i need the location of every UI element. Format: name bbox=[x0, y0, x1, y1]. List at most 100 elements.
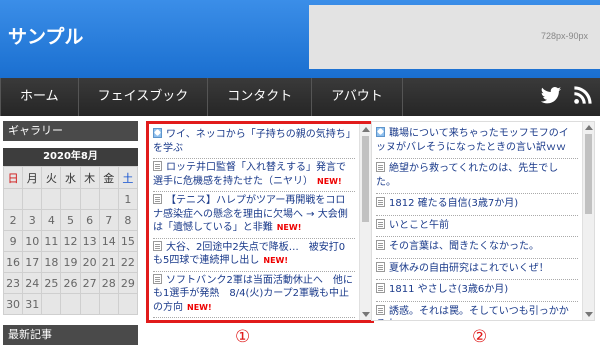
nav-item-about[interactable]: アバウト bbox=[312, 78, 403, 116]
calendar-day bbox=[60, 293, 81, 315]
calendar-day: 1 bbox=[117, 188, 139, 210]
scroll-up-arrow-icon[interactable] bbox=[362, 127, 370, 132]
calendar-day: 29 bbox=[117, 272, 139, 294]
weekday-tue: 火 bbox=[41, 166, 62, 189]
calendar-day: 28 bbox=[98, 272, 119, 294]
calendar-day: 5 bbox=[60, 209, 81, 231]
scroll-up-arrow-icon[interactable] bbox=[585, 125, 593, 130]
calendar-day: 11 bbox=[41, 230, 62, 252]
feed-item-title[interactable]: 【テニス】ハレプがツアー再開戦をコロナ感染症への懸念を理由に欠場へ → 大会側は… bbox=[153, 195, 348, 233]
calendar-day: 18 bbox=[41, 251, 62, 273]
document-icon bbox=[153, 320, 162, 323]
twitter-icon[interactable] bbox=[540, 86, 562, 110]
document-icon bbox=[376, 197, 385, 207]
site-header: サンプル 728px-90px bbox=[0, 0, 600, 78]
rss-icon[interactable] bbox=[574, 86, 592, 110]
calendar-day: 9 bbox=[2, 230, 24, 252]
feed-item-title[interactable]: 誘惑。それは罠。そしていつも引っかかる人。 bbox=[376, 306, 569, 321]
feed-item[interactable]: 1811 やさしさ(3歳6か月) bbox=[376, 280, 578, 302]
feed-item-title[interactable]: 夏休みの自由研究はこれでいくぜ！ bbox=[389, 263, 549, 274]
feed-item[interactable]: 夏休みの自由研究はこれでいくぜ！ bbox=[376, 259, 578, 280]
calendar-day: 8 bbox=[117, 209, 139, 231]
feed-item-title[interactable]: 1812 確たる自信(3歳7か月) bbox=[389, 198, 518, 209]
document-icon bbox=[376, 218, 385, 229]
calendar-title: 2020年8月 bbox=[3, 148, 138, 166]
document-icon bbox=[376, 261, 385, 272]
calendar-day: 20 bbox=[79, 251, 100, 273]
feed-item-title[interactable]: ワイ、ネッコから「子持ちの親の気持ち」を学ぶ bbox=[153, 129, 351, 154]
calendar-day: 4 bbox=[41, 209, 62, 231]
new-badge: NEW! bbox=[263, 256, 289, 265]
calendar-day: 15 bbox=[117, 230, 139, 252]
social-icons bbox=[540, 86, 592, 110]
feed-item-title[interactable]: 【衝撃】どう銃を突きつけられようが全てのピッチャーが三振するの変だゲーム? bbox=[153, 321, 346, 323]
calendar-day: 30 bbox=[2, 293, 24, 315]
marker-two: ② bbox=[472, 327, 488, 347]
weekday-thu: 木 bbox=[79, 166, 100, 189]
calendar-day: 12 bbox=[60, 230, 81, 252]
scroll-thumb[interactable] bbox=[362, 136, 369, 222]
antenna-widget-1: ワイ、ネッコから「子持ちの親の気持ち」を学ぶロッテ井口監督「入れ替えする」発言で… bbox=[146, 121, 374, 323]
calendar-day bbox=[98, 188, 119, 210]
calendar-day: 7 bbox=[98, 209, 119, 231]
calendar-day: 31 bbox=[22, 293, 43, 315]
feed-item-title[interactable]: いとこと午前 bbox=[389, 220, 449, 231]
scroll-thumb[interactable] bbox=[585, 134, 592, 214]
feed-item-title[interactable]: 職場について来ちゃったモッフモフのイッヌがバレそうになったときの言い訳ｗｗ bbox=[376, 128, 569, 153]
nav-item-contact[interactable]: コンタクト bbox=[208, 78, 313, 116]
calendar-day bbox=[22, 188, 43, 210]
marker-one: ① bbox=[235, 327, 251, 347]
document-icon bbox=[376, 283, 385, 293]
calendar-day bbox=[79, 188, 100, 210]
feed-item-title[interactable]: その言葉は、聞きたくなかった。 bbox=[389, 241, 539, 252]
feed-item[interactable]: 誘惑。それは罠。そしていつも引っかかる人。 bbox=[376, 302, 578, 321]
scroll-down-arrow-icon[interactable] bbox=[585, 312, 593, 317]
ad-banner[interactable]: 728px-90px bbox=[309, 5, 600, 69]
calendar-day: 26 bbox=[60, 272, 81, 294]
nav-item-facebook[interactable]: フェイスブック bbox=[79, 78, 209, 116]
calendar-day: 16 bbox=[2, 251, 24, 273]
calendar: 2020年8月 日 月 火 水 木 金 土 1 2 3 4 5 6 7 8 9 10 11 12 13 1… bbox=[2, 148, 139, 315]
calendar-day: 27 bbox=[79, 272, 100, 294]
calendar-day: 22 bbox=[117, 251, 139, 273]
scrollbar-2[interactable] bbox=[582, 122, 594, 320]
image-icon bbox=[153, 128, 162, 138]
scrollbar-1[interactable] bbox=[359, 124, 371, 320]
feed-list-1: ワイ、ネッコから「子持ちの親の気持ち」を学ぶロッテ井口監督「入れ替えする」発言で… bbox=[149, 124, 359, 320]
feed-item[interactable]: 【テニス】ハレプがツアー再開戦をコロナ感染症への懸念を理由に欠場へ → 大会側は… bbox=[153, 192, 355, 239]
new-badge: NEW! bbox=[276, 223, 302, 232]
feed-item[interactable]: ロッテ井口監督「入れ替えする」発言で選手に危機感を持たせた（ニヤリ） NEW! bbox=[153, 159, 355, 192]
feed-item-title[interactable]: 1811 やさしさ(3歳6か月) bbox=[389, 284, 508, 295]
weekday-mon: 月 bbox=[22, 166, 43, 189]
weekday-sun: 日 bbox=[2, 166, 24, 189]
feed-item[interactable]: ワイ、ネッコから「子持ちの親の気持ち」を学ぶ bbox=[153, 126, 355, 159]
feed-item[interactable]: その言葉は、聞きたくなかった。 bbox=[376, 237, 578, 259]
calendar-day: 10 bbox=[22, 230, 43, 252]
calendar-day: 23 bbox=[2, 272, 24, 294]
feed-item[interactable]: 大谷、2回途中2失点で降板… 被安打0も5四球で連続押し出し NEW! bbox=[153, 239, 355, 272]
calendar-day bbox=[60, 188, 81, 210]
document-icon bbox=[376, 240, 385, 250]
site-title[interactable]: サンプル bbox=[8, 22, 83, 49]
calendar-day bbox=[41, 188, 62, 210]
feed-item-title[interactable]: 絶望から救ってくれたのは、先生でした。 bbox=[376, 163, 558, 188]
document-icon bbox=[153, 273, 162, 284]
calendar-day bbox=[2, 188, 24, 210]
gallery-heading: ギャラリー bbox=[3, 121, 138, 141]
calendar-day: 3 bbox=[22, 209, 43, 231]
image-icon bbox=[376, 127, 385, 137]
feed-item[interactable]: 職場について来ちゃったモッフモフのイッヌがバレそうになったときの言い訳ｗｗ bbox=[376, 124, 578, 159]
scroll-down-arrow-icon[interactable] bbox=[362, 312, 370, 317]
ad-size-label: 728px-90px bbox=[540, 31, 588, 41]
calendar-day: 6 bbox=[79, 209, 100, 231]
feed-item[interactable]: 【衝撃】どう銃を突きつけられようが全てのピッチャーが三振するの変だゲーム? bbox=[153, 318, 355, 323]
sidebar: ギャラリー 2020年8月 日 月 火 水 木 金 土 1 2 3 4 5 6 7 8 9 10 1… bbox=[2, 121, 139, 315]
nav-item-home[interactable]: ホーム bbox=[0, 78, 79, 116]
feed-item[interactable]: いとこと午前 bbox=[376, 216, 578, 237]
feed-item-title[interactable]: ソフトバンク2軍は当面活動休止へ 他にも1選手が発熱 8/4(火)カープ2軍戦も… bbox=[153, 275, 353, 313]
feed-item[interactable]: 絶望から救ってくれたのは、先生でした。 bbox=[376, 159, 578, 194]
feed-item[interactable]: 1812 確たる自信(3歳7か月) bbox=[376, 194, 578, 216]
document-icon bbox=[153, 161, 162, 171]
feed-item-title[interactable]: 大谷、2回途中2失点で降板… 被安打0も5四球で連続押し出し bbox=[153, 242, 345, 267]
feed-item[interactable]: ソフトバンク2軍は当面活動休止へ 他にも1選手が発熱 8/4(火)カープ2軍戦も… bbox=[153, 272, 355, 318]
